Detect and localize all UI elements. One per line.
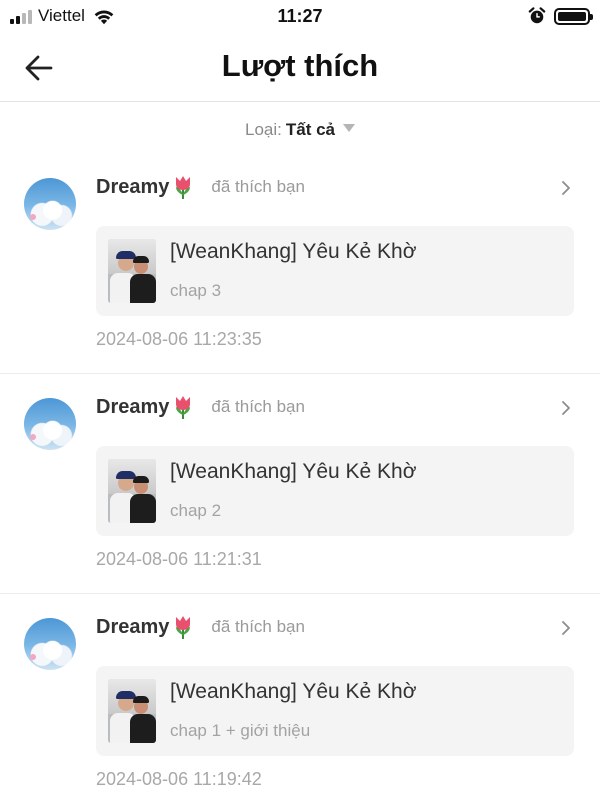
page-title: Lượt thích xyxy=(221,48,379,83)
avatar[interactable] xyxy=(24,618,76,670)
comic-title: [WeanKhang] Yêu Kẻ Khờ xyxy=(170,460,417,483)
avatar[interactable] xyxy=(24,398,76,450)
timestamp: 2024-08-06 11:23:35 xyxy=(96,329,262,349)
tulip-icon xyxy=(176,396,191,419)
nav-header: Lượt thích xyxy=(0,34,600,102)
battery-icon xyxy=(554,7,593,25)
like-item: Dreamy đã thích bạn [WeanKhang] Yêu Kẻ K… xyxy=(0,154,600,374)
chevron-right-icon[interactable] xyxy=(560,620,572,636)
action-text: đã thích bạn xyxy=(211,617,305,636)
chevron-right-icon[interactable] xyxy=(560,180,572,196)
alarm-icon xyxy=(528,7,546,24)
caret-down-icon xyxy=(343,124,355,132)
tulip-icon xyxy=(176,176,191,199)
comic-card[interactable]: [WeanKhang] Yêu Kẻ Khờ chap 3 xyxy=(96,226,574,316)
avatar[interactable] xyxy=(24,178,76,230)
comic-thumbnail xyxy=(108,679,156,743)
status-time: 11:27 xyxy=(277,6,323,26)
comic-chapter: chap 3 xyxy=(170,281,222,300)
filter-label: Loại: xyxy=(244,120,282,139)
comic-chapter: chap 1 + giới thiệu xyxy=(170,721,311,740)
tulip-icon xyxy=(176,616,191,639)
comic-card[interactable]: [WeanKhang] Yêu Kẻ Khờ chap 1 + giới thi… xyxy=(96,666,574,756)
like-item: Dreamy đã thích bạn [WeanKhang] Yêu Kẻ K… xyxy=(0,594,600,810)
timestamp: 2024-08-06 11:21:31 xyxy=(96,549,262,569)
comic-card[interactable]: [WeanKhang] Yêu Kẻ Khờ chap 2 xyxy=(96,446,574,536)
filter-value: Tất cả xyxy=(285,120,335,139)
username: Dreamy xyxy=(96,175,170,198)
like-list: Dreamy đã thích bạn [WeanKhang] Yêu Kẻ K… xyxy=(0,154,600,810)
user-line[interactable]: Dreamy đã thích bạn xyxy=(96,174,305,200)
type-filter[interactable]: Loại: Tất cả xyxy=(0,120,600,140)
username: Dreamy xyxy=(96,395,170,418)
action-text: đã thích bạn xyxy=(211,177,305,196)
user-line[interactable]: Dreamy đã thích bạn xyxy=(96,394,305,420)
comic-title: [WeanKhang] Yêu Kẻ Khờ xyxy=(170,240,417,263)
user-line[interactable]: Dreamy đã thích bạn xyxy=(96,614,305,640)
action-text: đã thích bạn xyxy=(211,397,305,416)
comic-thumbnail xyxy=(108,239,156,303)
comic-thumbnail xyxy=(108,459,156,523)
username: Dreamy xyxy=(96,615,170,638)
status-bar: Viettel 11:27 xyxy=(0,0,600,34)
like-item: Dreamy đã thích bạn [WeanKhang] Yêu Kẻ K… xyxy=(0,374,600,594)
comic-chapter: chap 2 xyxy=(170,501,222,520)
chevron-right-icon[interactable] xyxy=(560,400,572,416)
comic-title: [WeanKhang] Yêu Kẻ Khờ xyxy=(170,680,417,703)
timestamp: 2024-08-06 11:19:42 xyxy=(96,769,262,789)
status-right xyxy=(528,7,593,25)
